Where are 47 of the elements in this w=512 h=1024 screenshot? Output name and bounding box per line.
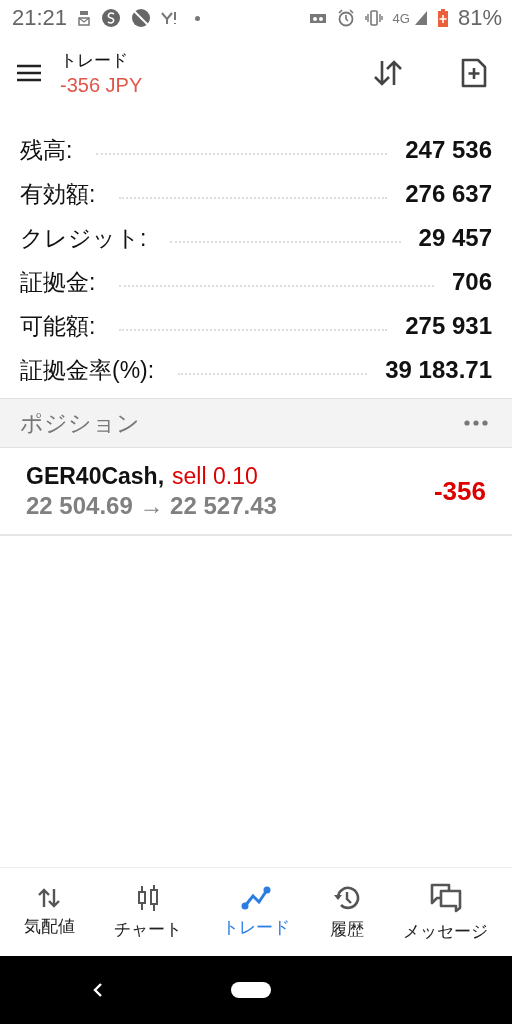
account-value: 706 xyxy=(451,268,492,296)
more-icon[interactable] xyxy=(464,420,488,426)
network-type: 4G xyxy=(392,10,410,26)
nav-tab[interactable]: トレード xyxy=(222,885,290,939)
notification-dot-icon xyxy=(195,15,201,21)
battery-icon xyxy=(437,9,448,27)
candlestick-icon xyxy=(136,883,161,912)
position-symbol: GER40Cash, xyxy=(26,462,165,490)
nav-tab[interactable]: 履歴 xyxy=(329,883,364,941)
account-label: 証拠金: xyxy=(20,267,96,297)
account-value: 39 183.71 xyxy=(385,356,492,384)
mail-icon xyxy=(77,10,92,26)
account-label: 有効額: xyxy=(20,179,96,209)
account-value: 275 931 xyxy=(405,312,492,340)
position-order: sell 0.10 xyxy=(172,462,258,490)
account-value: 276 637 xyxy=(405,180,492,208)
s-circle-icon xyxy=(101,8,122,28)
battery-percent: 81% xyxy=(457,5,502,31)
status-time: 21:21 xyxy=(12,5,68,31)
alarm-icon xyxy=(336,9,355,27)
up-down-arrows-icon xyxy=(37,886,62,909)
sort-icon[interactable] xyxy=(372,59,404,87)
page-title: トレード xyxy=(60,50,129,72)
signal-icon xyxy=(413,10,428,26)
section-title: ポジション xyxy=(20,408,140,438)
account-label: 可能額: xyxy=(20,311,96,341)
account-label: クレジット: xyxy=(20,223,147,253)
chat-icon xyxy=(428,881,463,914)
new-order-icon[interactable] xyxy=(460,57,488,89)
trend-line-icon xyxy=(241,885,271,910)
nav-tab[interactable]: 気配値 xyxy=(23,886,75,938)
menu-icon[interactable] xyxy=(16,64,42,82)
account-value: 29 457 xyxy=(418,224,492,252)
account-profit: -356 JPY xyxy=(60,74,143,97)
nav-tab[interactable]: メッセージ xyxy=(403,881,489,943)
account-value: 247 536 xyxy=(405,136,492,164)
account-label: 証拠金率(%): xyxy=(20,355,155,385)
position-profit: -356 xyxy=(433,475,486,507)
nav-tab[interactable]: チャート xyxy=(114,883,183,941)
position-row[interactable]: GER40Cash, sell 0.10 22 504.69 → 22 527.43 -356 xyxy=(0,448,512,536)
position-prices: 22 504.69 → 22 527.43 xyxy=(26,491,277,520)
back-icon[interactable] xyxy=(93,982,103,998)
crossed-circle-icon xyxy=(131,8,152,28)
home-button[interactable] xyxy=(231,982,271,998)
account-label: 残高: xyxy=(20,135,73,165)
vibrate-icon xyxy=(364,10,383,26)
cassette-icon xyxy=(308,11,327,25)
